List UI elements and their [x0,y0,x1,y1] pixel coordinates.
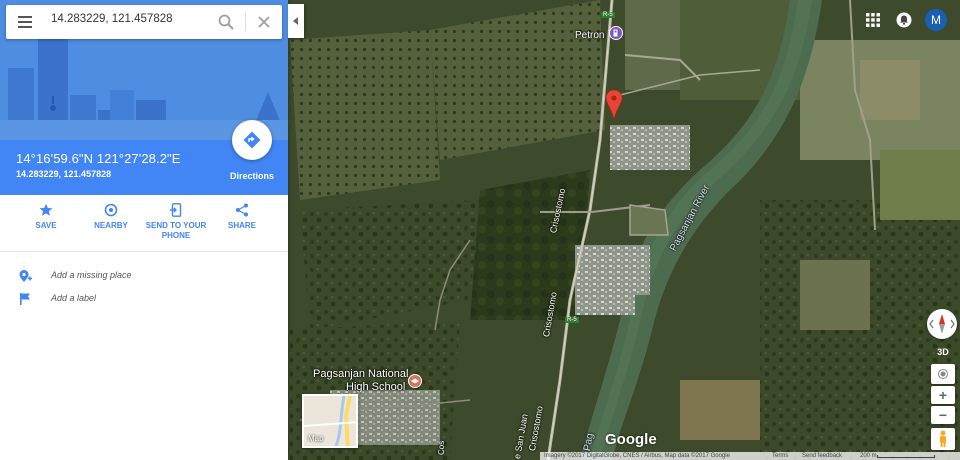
add-place-icon [19,270,32,282]
send-feedback-link[interactable]: Send feedback [802,452,842,460]
google-logo: Google [605,431,657,448]
add-missing-place-label: Add a missing place [51,270,132,280]
directions-icon [243,131,261,149]
school-label-line2[interactable]: High School [346,381,405,393]
notifications-bell-icon[interactable] [896,12,912,28]
action-bar: SAVE NEARBY SEND TO YOUR PHONE SHARE [0,195,288,252]
street-view-pegman-button[interactable] [931,428,955,450]
hamburger-menu-icon[interactable] [16,13,34,31]
terms-link[interactable]: Terms [772,452,788,460]
flag-icon [20,293,30,305]
zoom-out-button[interactable]: − [931,406,955,424]
my-location-icon [938,369,948,379]
directions-label[interactable]: Directions [222,171,282,181]
share-button[interactable]: SHARE [207,203,277,231]
attribution-bar: Imagery ©2017 DigitalGlobe, CNES / Airbu… [540,452,960,460]
petron-label[interactable]: Petron [575,30,604,41]
pegman-icon [940,430,946,447]
map-type-toggle[interactable]: Map [302,394,358,448]
send-to-phone-icon [170,203,182,217]
maps-app: Petron R-5 R-5 Crisostomo Crisostomo Cri… [0,0,960,460]
nearby-icon [104,203,118,217]
zoom-in-button[interactable]: + [931,386,955,404]
scale-label: 200 m [860,453,877,459]
directions-button[interactable] [232,120,272,160]
apps-grid-icon[interactable] [866,13,880,27]
send-to-phone-button[interactable]: SEND TO YOUR PHONE [141,203,211,241]
place-panel: 14°16'59.6"N 121°27'28.2"E 14.283229, 12… [0,0,288,460]
nearby-button[interactable]: NEARBY [76,203,146,231]
search-icon[interactable] [217,13,235,31]
school-label-line1[interactable]: Pagsanjan National [313,368,408,380]
coordinates-dms: 14°16'59.6"N 121°27'28.2"E [16,151,181,166]
cos-road-label: Cos [437,440,446,455]
search-input[interactable] [51,13,201,25]
search-divider [245,13,246,31]
collapse-panel-button[interactable] [288,4,304,38]
share-label: SHARE [227,221,256,230]
chevron-left-icon [293,17,298,25]
nearby-label: NEARBY [94,221,128,230]
save-label: SAVE [35,221,57,230]
coordinates-decimal[interactable]: 14.283229, 121.457828 [16,169,111,179]
add-label-link[interactable]: Add a label [0,288,288,310]
share-icon [236,203,248,217]
scale-bar [877,455,935,458]
tilt-3d-button[interactable]: 3D [931,343,955,361]
school-icon[interactable] [408,374,422,393]
send-to-phone-label-line2: PHONE [161,231,191,240]
add-label-label: Add a label [51,293,97,303]
send-to-phone-label-line1: SEND TO YOUR [145,221,207,230]
star-icon [39,203,53,216]
avatar[interactable]: M [925,9,947,31]
route-shield-south: R-5 [565,317,579,323]
location-pin-icon[interactable] [605,89,623,127]
compass-icon[interactable] [927,309,957,339]
route-shield-north: R-5 [601,12,615,18]
my-location-button[interactable] [931,364,955,384]
close-icon[interactable] [256,14,272,30]
add-missing-place-link[interactable]: Add a missing place [0,265,288,287]
imagery-attribution: Imagery ©2017 DigitalGlobe, CNES / Airbu… [544,453,730,459]
search-box [6,5,282,39]
minimap-label: Map [308,434,324,443]
save-button[interactable]: SAVE [11,203,81,231]
gas-station-icon[interactable] [609,26,623,45]
